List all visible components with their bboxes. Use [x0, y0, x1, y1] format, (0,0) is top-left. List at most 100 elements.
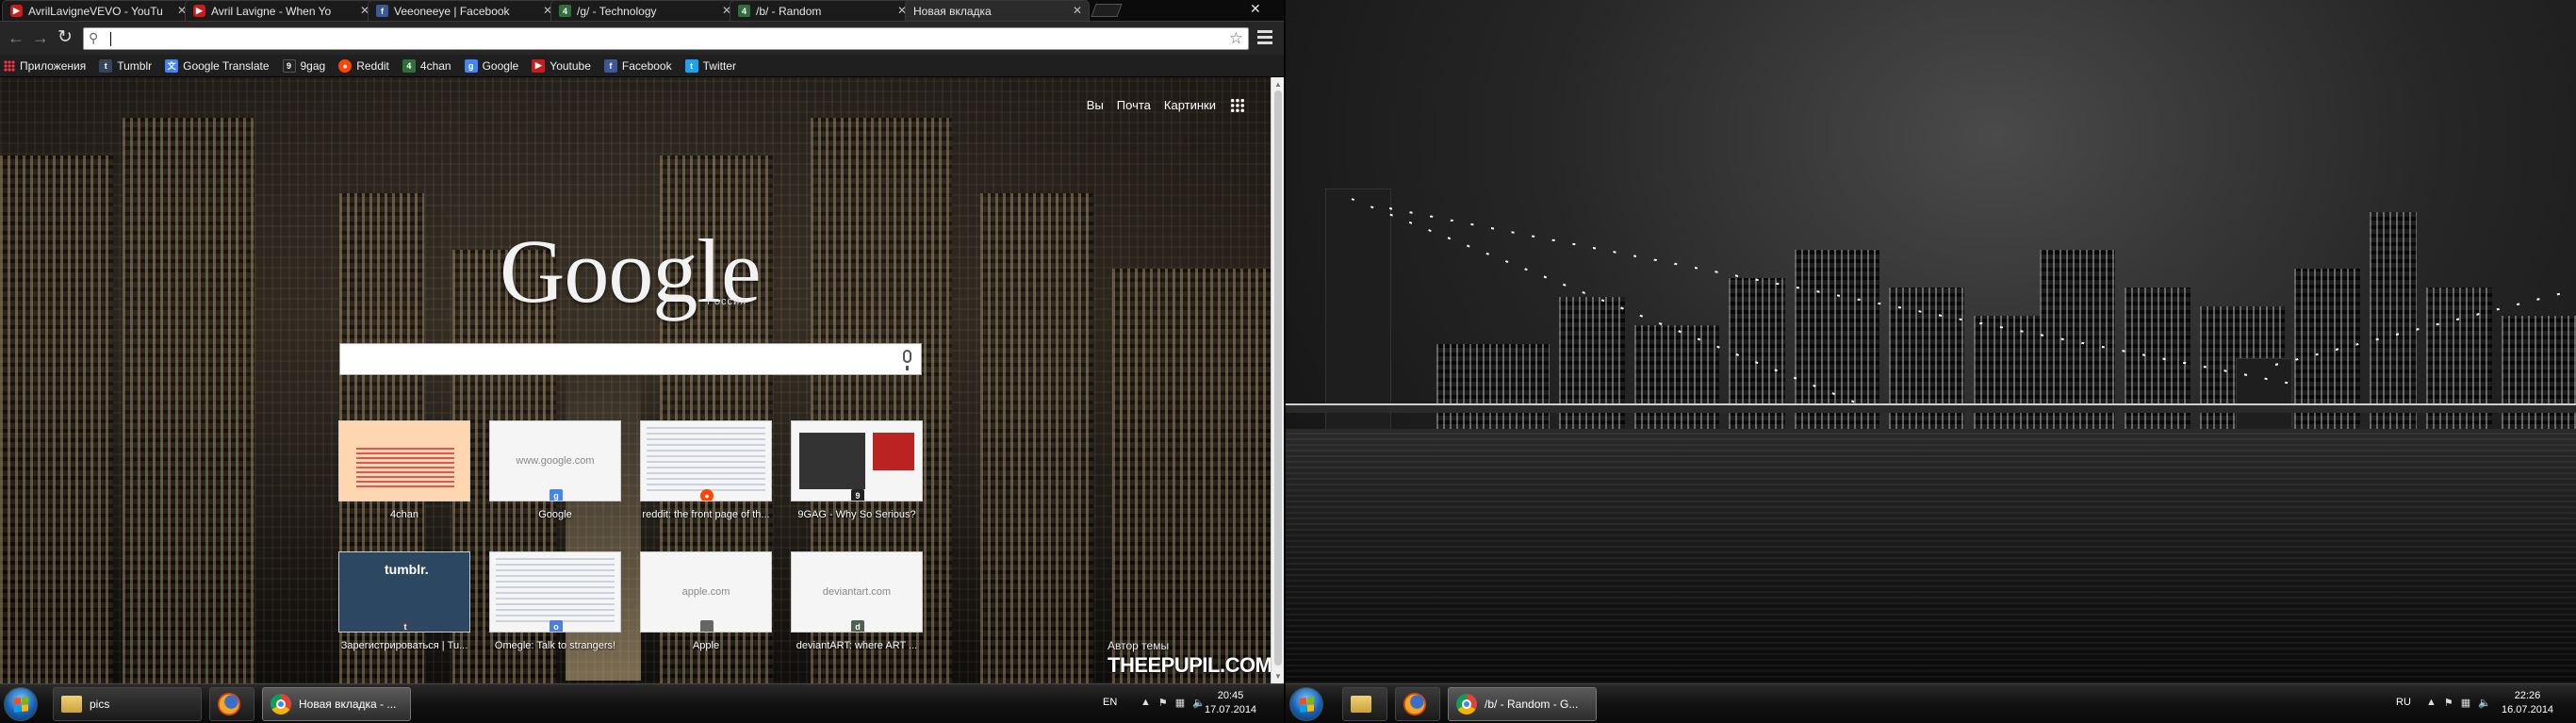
bookmark-9gag[interactable]: 9 9gag: [282, 58, 325, 73]
back-button[interactable]: ←: [8, 29, 25, 46]
reload-button[interactable]: ↻: [57, 28, 73, 46]
ntp-top-links: Вы Почта Картинки: [1087, 98, 1252, 112]
taskbar-button-explorer[interactable]: pics: [53, 687, 202, 721]
ntp-search-box[interactable]: [339, 343, 922, 375]
taskbar-button-chrome[interactable]: Новая вкладка - ...: [262, 687, 411, 721]
system-tray: ▲ ⚑ ▦ 🔈: [1140, 697, 1206, 709]
tile-caption: Apple: [692, 640, 720, 651]
tile-thumbnail: [338, 420, 470, 501]
show-hidden-icons[interactable]: ▲: [2426, 697, 2437, 709]
network-icon[interactable]: ▦: [1175, 697, 1185, 709]
tumblr-icon: t: [399, 620, 412, 632]
language-indicator[interactable]: EN: [1103, 697, 1117, 708]
deviantart-icon: d: [851, 620, 864, 632]
show-hidden-icons[interactable]: ▲: [1140, 697, 1151, 709]
tile-caption: 9GAG - Why So Serious?: [797, 509, 916, 520]
bookmark-label: Facebook: [621, 58, 672, 73]
twitter-icon: t: [684, 58, 698, 73]
taskbar-button-label: Новая вкладка - ...: [299, 698, 397, 711]
tab-title: Veeoneeye | Facebook: [394, 4, 510, 18]
youtube-icon: ▶: [532, 58, 546, 73]
tab-6-active[interactable]: Новая вкладка ✕: [905, 0, 1090, 21]
most-visited-tile[interactable]: 9 9GAG - Why So Serious?: [791, 420, 923, 520]
forward-button[interactable]: →: [32, 29, 49, 46]
volume-icon[interactable]: 🔈: [2478, 697, 2491, 709]
ntp-link-mail[interactable]: Почта: [1117, 98, 1151, 112]
scroll-down-icon[interactable]: ▼: [1274, 672, 1282, 681]
tile-domain: www.google.com: [516, 455, 595, 467]
desktop-wallpaper: [1286, 0, 2576, 683]
bookmark-google[interactable]: g Google: [464, 58, 519, 73]
google-apps-icon[interactable]: [1230, 98, 1245, 113]
firefox-icon: [218, 693, 240, 715]
tab-strip: ▶ AvrilLavigneVEVO - YouTu ✕ ▶ Avril Lav…: [0, 0, 1284, 21]
most-visited-tile[interactable]: tumblr. t Зарегистрироваться | Tu...: [338, 551, 470, 651]
most-visited-tile[interactable]: 4chan: [338, 420, 470, 520]
most-visited-tile[interactable]: o Omegle: Talk to strangers!: [489, 551, 621, 651]
action-center-icon[interactable]: ⚑: [2444, 697, 2453, 709]
action-center-icon[interactable]: ⚑: [1158, 697, 1168, 709]
scrollbar-thumb[interactable]: [1274, 90, 1282, 665]
tab-close-icon[interactable]: ✕: [1073, 4, 1082, 17]
bookmark-label: Google: [482, 58, 519, 73]
bookmark-facebook[interactable]: f Facebook: [603, 58, 672, 73]
system-clock[interactable]: 20:45 17.07.2014: [1205, 689, 1256, 717]
tab-5[interactable]: 4 /b/ - Random ✕: [730, 0, 914, 21]
most-visited-tile[interactable]: deviantart.com d deviantART: where ART .…: [791, 551, 923, 651]
most-visited-tile[interactable]: www.google.com g Google: [489, 420, 621, 520]
new-tab-button[interactable]: [1091, 4, 1123, 17]
tumblr-icon: t: [99, 58, 113, 73]
bookmark-apps[interactable]: Приложения: [4, 59, 86, 73]
background-building: [980, 193, 1093, 683]
tab-3[interactable]: f Veeoneeye | Facebook ✕: [368, 0, 560, 21]
start-button[interactable]: [1289, 687, 1323, 721]
window-close-button[interactable]: ✕: [1250, 1, 1261, 17]
scroll-up-icon[interactable]: ▲: [1274, 80, 1282, 89]
taskbar-button-firefox[interactable]: [1395, 687, 1440, 721]
taskbar-button-chrome[interactable]: /b/ - Random - G...: [1448, 687, 1597, 721]
background-building: [123, 118, 254, 683]
apple-icon: [700, 620, 714, 632]
skyline-building: [1436, 344, 1550, 429]
bookmark-reddit[interactable]: ● Reddit: [338, 58, 389, 73]
network-icon[interactable]: ▦: [2461, 697, 2470, 709]
taskbar-button-explorer[interactable]: [1342, 687, 1387, 721]
address-bar[interactable]: ⚲ ☆: [83, 27, 1249, 50]
chrome-menu-button[interactable]: [1257, 30, 1272, 47]
bookmark-twitter[interactable]: t Twitter: [684, 58, 736, 73]
ntp-link-you[interactable]: Вы: [1087, 98, 1104, 112]
volume-icon[interactable]: 🔈: [1192, 697, 1206, 709]
most-visited-tile[interactable]: apple.com Apple: [640, 551, 772, 651]
taskbar-button-firefox[interactable]: [209, 687, 254, 721]
start-button[interactable]: [4, 687, 38, 721]
language-indicator[interactable]: RU: [2396, 697, 2411, 708]
left-monitor: ▶ AvrilLavigneVEVO - YouTu ✕ ▶ Avril Lav…: [0, 0, 1284, 723]
bookmark-star-icon[interactable]: ☆: [1229, 29, 1243, 48]
tile-caption: 4chan: [390, 509, 418, 520]
chrome-icon: [271, 694, 291, 715]
system-tray: ▲ ⚑ ▦ 🔈: [2426, 697, 2491, 709]
theme-credit-link[interactable]: THEEPUPIL.COM: [1108, 653, 1271, 678]
bookmark-google-translate[interactable]: 文 Google Translate: [165, 58, 270, 73]
omegle-icon: o: [550, 620, 563, 632]
system-clock[interactable]: 22:26 16.07.2014: [2502, 689, 2553, 717]
tab-4[interactable]: 4 /g/ - Technology ✕: [550, 0, 739, 21]
bookmark-youtube[interactable]: ▶ Youtube: [532, 58, 591, 73]
bookmark-4chan[interactable]: 4 4chan: [402, 58, 451, 73]
tab-2[interactable]: ▶ Avril Lavigne - When Yo ✕: [185, 0, 377, 21]
windows-logo-icon: [14, 697, 28, 713]
most-visited-tile[interactable]: ● reddit: the front page of th...: [640, 420, 772, 520]
bookmark-label: Tumblr: [117, 58, 153, 73]
taskbar-button-label: /b/ - Random - G...: [1485, 698, 1579, 711]
theme-credit-label: Автор темы: [1108, 639, 1170, 652]
taskbar: pics Новая вкладка - ... EN ▲ ⚑ ▦ 🔈 20:4…: [0, 683, 1284, 723]
page-scrollbar[interactable]: ▲ ▼: [1271, 77, 1284, 683]
bookmark-label: Youtube: [550, 58, 591, 73]
tile-caption: Omegle: Talk to strangers!: [494, 640, 616, 651]
microphone-icon[interactable]: [903, 350, 911, 370]
bookmark-tumblr[interactable]: t Tumblr: [99, 58, 153, 73]
tile-thumbnail: o: [489, 551, 621, 633]
tab-1[interactable]: ▶ AvrilLavigneVEVO - YouTu ✕: [2, 0, 194, 21]
ntp-link-images[interactable]: Картинки: [1164, 98, 1216, 112]
google-logo: Google: [500, 221, 762, 321]
